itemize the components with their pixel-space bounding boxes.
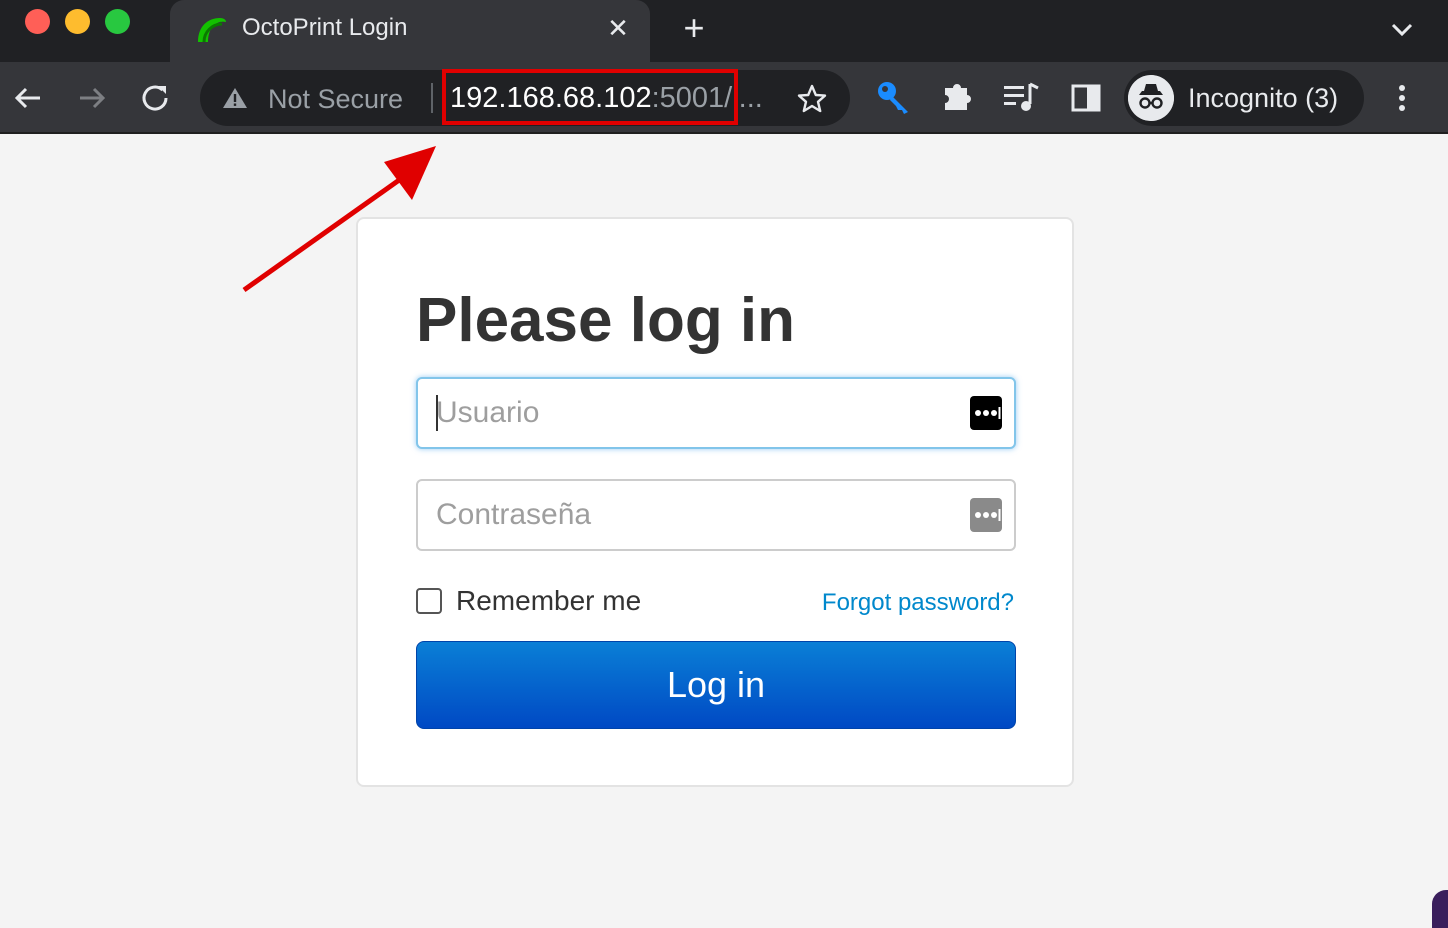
- browser-window: OctoPrint Login ✕ + Not Secure 192.168.6…: [0, 0, 1448, 928]
- puzzle-icon[interactable]: [940, 78, 976, 114]
- media-icon[interactable]: [1002, 80, 1040, 116]
- page-content: Please log in Remember me Forgot passwor…: [0, 136, 1448, 928]
- plus-icon[interactable]: +: [676, 10, 712, 46]
- close-window-button[interactable]: [25, 9, 50, 34]
- close-icon[interactable]: ✕: [606, 14, 630, 42]
- minimize-window-button[interactable]: [65, 9, 90, 34]
- star-icon[interactable]: [796, 83, 828, 115]
- octoprint-icon: [198, 18, 226, 43]
- key-extension-icon[interactable]: [874, 78, 914, 118]
- login-button[interactable]: Log in: [416, 641, 1016, 729]
- chevron-down-icon[interactable]: [1386, 14, 1418, 44]
- password-field[interactable]: [416, 479, 1016, 551]
- annotation-highlight-box: [442, 69, 738, 125]
- maximize-window-button[interactable]: [105, 9, 130, 34]
- tab-title: OctoPrint Login: [242, 14, 408, 41]
- forgot-password-link[interactable]: Forgot password?: [822, 589, 1014, 617]
- tab-bar: OctoPrint Login ✕ +: [0, 0, 1448, 62]
- reload-icon[interactable]: [136, 78, 176, 118]
- username-field[interactable]: [416, 377, 1016, 449]
- remember-me-label[interactable]: Remember me: [456, 585, 641, 617]
- password-manager-icon[interactable]: [970, 498, 1002, 532]
- side-panel-icon[interactable]: [1070, 82, 1102, 114]
- warning-icon[interactable]: [222, 86, 248, 110]
- address-bar[interactable]: Not Secure 192.168.68.102:5001/l...: [200, 69, 850, 126]
- kebab-menu-icon[interactable]: [1388, 80, 1416, 116]
- incognito-icon: [1128, 75, 1174, 121]
- browser-toolbar: Not Secure 192.168.68.102:5001/l... Inco…: [0, 62, 1448, 134]
- profile-button[interactable]: Incognito (3): [1124, 70, 1364, 126]
- page-title: Please log in: [416, 286, 796, 355]
- window-corner: [1432, 890, 1448, 928]
- back-icon[interactable]: [8, 78, 48, 118]
- security-status[interactable]: Not Secure: [268, 84, 403, 115]
- remember-me-checkbox[interactable]: [416, 588, 442, 614]
- divider: [431, 83, 433, 113]
- forward-icon[interactable]: [72, 78, 112, 118]
- text-caret: [436, 395, 438, 431]
- password-manager-icon[interactable]: [970, 396, 1002, 430]
- tab-octoprint-login[interactable]: OctoPrint Login ✕: [170, 0, 650, 62]
- profile-label: Incognito (3): [1188, 83, 1339, 113]
- login-card: Please log in Remember me Forgot passwor…: [356, 217, 1074, 787]
